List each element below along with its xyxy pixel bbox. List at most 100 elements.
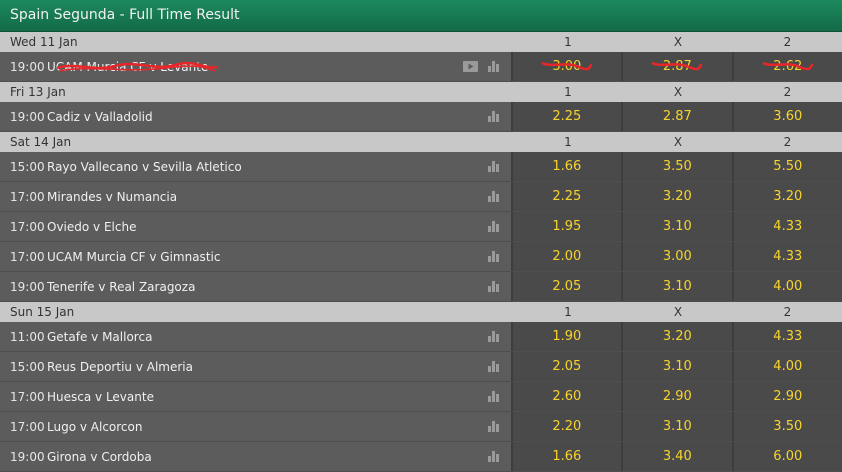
bar-chart-icon[interactable] — [487, 191, 499, 202]
match-name-link[interactable]: Reus Deportiu v Almeria — [47, 360, 511, 374]
bar-chart-icon[interactable] — [487, 221, 499, 232]
odds-home-button[interactable]: 2.20 — [510, 412, 622, 441]
odds-draw-button[interactable]: 3.20 — [621, 322, 732, 351]
odds-home-button[interactable]: 1.66 — [510, 152, 622, 181]
odds-draw-button[interactable]: 3.50 — [621, 152, 732, 181]
match-cell[interactable]: 17:00 Huesca v Levante — [0, 382, 511, 411]
odds-value: 3.00 — [552, 59, 582, 74]
match-icons — [487, 322, 499, 351]
odds-away-button[interactable]: 5.50 — [731, 152, 842, 181]
odds-draw-button[interactable]: 3.10 — [621, 212, 732, 241]
odds-home-button[interactable]: 2.60 — [510, 382, 622, 411]
match-name-link[interactable]: Getafe v Mallorca — [47, 330, 511, 344]
odds-home-button[interactable]: 2.05 — [510, 272, 622, 301]
odds-away-button[interactable]: 4.00 — [731, 352, 842, 381]
market-title: Spain Segunda - Full Time Result — [10, 7, 240, 23]
match-cell[interactable]: 19:00 Cadiz v Valladolid — [0, 102, 511, 131]
bar-chart-icon[interactable] — [487, 281, 499, 292]
match-cell[interactable]: 17:00 Mirandes v Numancia — [0, 182, 511, 211]
bar-chart-icon[interactable] — [487, 61, 499, 72]
match-cell[interactable]: 11:00 Getafe v Mallorca — [0, 322, 511, 351]
kickoff-time: 19:00 — [10, 279, 45, 294]
odds-draw-button[interactable]: 2.87 — [621, 52, 732, 81]
odds-draw-button[interactable]: 3.10 — [621, 412, 732, 441]
odds-away-button[interactable]: 3.50 — [731, 412, 842, 441]
match-name-link[interactable]: Girona v Cordoba — [47, 450, 511, 464]
bar-chart-icon[interactable] — [487, 111, 499, 122]
bar-chart-icon[interactable] — [487, 251, 499, 262]
odds-away-button[interactable]: 2.62 — [731, 52, 842, 81]
odds-draw-button[interactable]: 2.87 — [621, 102, 732, 131]
column-header-away: 2 — [783, 305, 792, 319]
column-header-draw: X — [673, 35, 683, 49]
odds-home-button[interactable]: 3.00 — [510, 52, 622, 81]
odds-draw-button[interactable]: 3.10 — [621, 352, 732, 381]
odds-draw-button[interactable]: 2.90 — [621, 382, 732, 411]
match-name-link[interactable]: UCAM Murcia CF v Gimnastic — [47, 250, 511, 264]
match-row: 17:00 UCAM Murcia CF v Gimnastic 2.00 3.00 4… — [0, 242, 842, 272]
odds-draw-button[interactable]: 3.10 — [621, 272, 732, 301]
odds-home-button[interactable]: 2.00 — [510, 242, 622, 271]
odds-away-button[interactable]: 4.33 — [731, 242, 842, 271]
match-name-link[interactable]: Lugo v Alcorcon — [47, 420, 511, 434]
bar-chart-icon[interactable] — [487, 161, 499, 172]
odds-away-button[interactable]: 3.20 — [731, 182, 842, 211]
odds-value: 6.00 — [773, 449, 803, 464]
match-name-link[interactable]: Rayo Vallecano v Sevilla Atletico — [47, 160, 511, 174]
column-header-draw: X — [673, 135, 683, 149]
kickoff-time: 17:00 — [10, 419, 45, 434]
match-row: 17:00 Oviedo v Elche 1.95 3.10 4.33 — [0, 212, 842, 242]
play-video-icon[interactable] — [462, 61, 478, 72]
match-cell[interactable]: 19:00 UCAM Murcia CF v Levante — [0, 52, 511, 81]
bar-chart-icon[interactable] — [487, 421, 499, 432]
bar-chart-icon[interactable] — [487, 391, 499, 402]
match-name-link[interactable]: Cadiz v Valladolid — [47, 110, 511, 124]
kickoff-time: 19:00 — [10, 449, 45, 464]
odds-away-button[interactable]: 3.60 — [731, 102, 842, 131]
odds-draw-button[interactable]: 3.40 — [621, 442, 732, 471]
odds-home-button[interactable]: 2.25 — [510, 182, 622, 211]
match-row: 19:00 Cadiz v Valladolid 2.25 2.87 3.60 — [0, 102, 842, 132]
odds-value: 5.50 — [773, 159, 803, 174]
odds-draw-button[interactable]: 3.20 — [621, 182, 732, 211]
odds-away-button[interactable]: 4.33 — [731, 322, 842, 351]
odds-home-button[interactable]: 1.90 — [510, 322, 622, 351]
day-header: Sun 15 Jan 1 X 2 — [0, 302, 842, 322]
match-cell[interactable]: 17:00 Oviedo v Elche — [0, 212, 511, 241]
bar-chart-icon[interactable] — [487, 361, 499, 372]
odds-home-button[interactable]: 2.05 — [510, 352, 622, 381]
column-header-home: 1 — [564, 305, 572, 319]
odds-away-button[interactable]: 6.00 — [731, 442, 842, 471]
match-cell[interactable]: 19:00 Tenerife v Real Zaragoza — [0, 272, 511, 301]
bar-chart-icon[interactable] — [487, 451, 499, 462]
odds-draw-button[interactable]: 3.00 — [621, 242, 732, 271]
match-cell[interactable]: 17:00 Lugo v Alcorcon — [0, 412, 511, 441]
odds-home-button[interactable]: 1.66 — [510, 442, 622, 471]
day-header: Sat 14 Jan 1 X 2 — [0, 132, 842, 152]
match-name-link[interactable]: Mirandes v Numancia — [47, 190, 511, 204]
odds-away-button[interactable]: 4.00 — [731, 272, 842, 301]
match-icons — [487, 352, 499, 381]
column-header-home: 1 — [564, 35, 572, 49]
column-header-draw: X — [673, 305, 683, 319]
match-icons — [487, 412, 499, 441]
odds-away-button[interactable]: 4.33 — [731, 212, 842, 241]
odds-value: 3.20 — [773, 189, 803, 204]
match-name-link[interactable]: UCAM Murcia CF v Levante — [47, 60, 511, 74]
match-name-link[interactable]: Huesca v Levante — [47, 390, 511, 404]
day-label: Sun 15 Jan — [10, 305, 75, 319]
match-cell[interactable]: 19:00 Girona v Cordoba — [0, 442, 511, 471]
match-cell[interactable]: 15:00 Rayo Vallecano v Sevilla Atletico — [0, 152, 511, 181]
kickoff-time: 15:00 — [10, 359, 45, 374]
odds-value: 1.66 — [552, 159, 582, 174]
match-name-link[interactable]: Oviedo v Elche — [47, 220, 511, 234]
match-cell[interactable]: 17:00 UCAM Murcia CF v Gimnastic — [0, 242, 511, 271]
bar-chart-icon[interactable] — [487, 331, 499, 342]
match-icons — [487, 242, 499, 271]
match-cell[interactable]: 15:00 Reus Deportiu v Almeria — [0, 352, 511, 381]
odds-away-button[interactable]: 2.90 — [731, 382, 842, 411]
odds-value: 4.00 — [773, 279, 803, 294]
odds-home-button[interactable]: 1.95 — [510, 212, 622, 241]
match-name-link[interactable]: Tenerife v Real Zaragoza — [47, 280, 511, 294]
odds-home-button[interactable]: 2.25 — [510, 102, 622, 131]
